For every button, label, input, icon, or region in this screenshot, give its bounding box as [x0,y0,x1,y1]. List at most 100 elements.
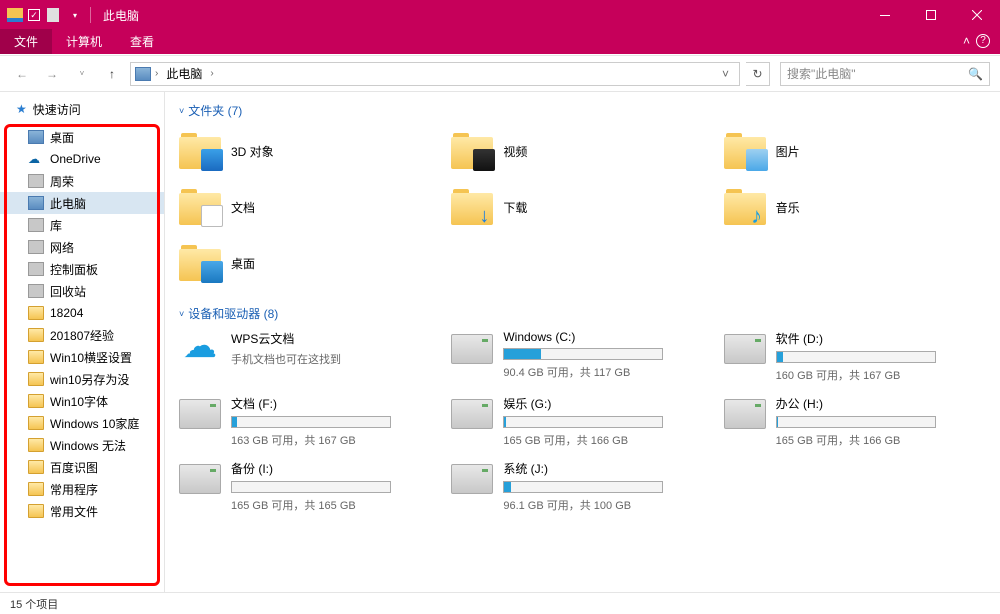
drive-item[interactable]: 文档 (F:) 163 GB 可用，共 167 GB [179,395,441,448]
breadcrumb[interactable]: 此电脑 [162,65,206,82]
help-icon[interactable]: ? [976,34,990,48]
sidebar-item-label: 18204 [50,306,83,320]
folder-icon [179,245,221,281]
folder-item[interactable]: 视频 [451,127,713,175]
ribbon-collapse-icon[interactable]: ˄ [963,34,970,48]
sidebar-item-label: 周荣 [50,173,74,190]
back-button[interactable]: ← [10,62,34,86]
folder-item[interactable]: ♪ 音乐 [724,183,986,231]
sidebar-item[interactable]: ☁OneDrive [0,148,164,170]
drive-sublabel: 165 GB 可用，共 166 GB [776,432,986,448]
item-count: 15 个项目 [10,596,58,612]
sidebar-item[interactable]: Windows 10家庭 [0,412,164,434]
sidebar-item[interactable]: 周荣 [0,170,164,192]
folder-item[interactable]: 桌面 [179,239,441,287]
folder-label: 视频 [503,143,527,160]
sidebar-item[interactable]: Win10字体 [0,390,164,412]
section-folders[interactable]: ˅ 文件夹 (7) [179,102,986,119]
search-box[interactable]: 搜索"此电脑" 🔍 [780,62,990,86]
drive-item[interactable]: 备份 (I:) 165 GB 可用，共 165 GB [179,460,441,513]
drive-item[interactable]: 软件 (D:) 160 GB 可用，共 167 GB [724,330,986,383]
drive-icon [451,334,493,364]
sidebar-item[interactable]: win10另存为没 [0,368,164,390]
chevron-right-icon[interactable]: › [210,68,213,79]
refresh-button[interactable]: ↻ [746,62,770,86]
folder-item[interactable]: 3D 对象 [179,127,441,175]
net-icon [28,240,44,254]
cloud-icon: ☁ [179,330,221,362]
ctrl-icon [28,262,44,276]
folder-icon [179,133,221,169]
folder-label: 3D 对象 [231,143,274,160]
folder-icon [28,372,44,386]
checkbox-icon[interactable]: ✓ [28,9,40,21]
folder-icon [28,306,44,320]
sidebar-item-label: 百度识图 [50,459,98,476]
up-button[interactable]: ↑ [100,62,124,86]
sidebar-item[interactable]: 18204 [0,302,164,324]
sidebar-item[interactable]: 桌面 [0,126,164,148]
bin-icon [28,284,44,298]
sidebar-item-label: Windows 无法 [50,437,126,454]
sidebar-item-label: Win10字体 [50,393,108,410]
properties-icon[interactable] [44,6,62,24]
minimize-button[interactable] [862,0,908,30]
drive-item[interactable]: 娱乐 (G:) 165 GB 可用，共 166 GB [451,395,713,448]
sidebar-item-label: win10另存为没 [50,371,129,388]
sidebar-item[interactable]: 回收站 [0,280,164,302]
maximize-button[interactable] [908,0,954,30]
folder-label: 下载 [503,199,527,216]
sidebar-item[interactable]: Win10横竖设置 [0,346,164,368]
sidebar-item[interactable]: 常用文件 [0,500,164,522]
sidebar-item[interactable]: 百度识图 [0,456,164,478]
ribbon-tabs: 文件 计算机 查看 ˄ ? [0,30,1000,54]
tab-file[interactable]: 文件 [0,29,52,54]
folder-icon: ↓ [451,189,493,225]
sidebar-item[interactable]: 常用程序 [0,478,164,500]
forward-button[interactable]: → [40,62,64,86]
sidebar-item-label: 快速访问 [33,101,81,118]
lib-icon [28,218,44,232]
tab-view[interactable]: 查看 [116,29,168,54]
folder-icon [28,482,44,496]
drive-icon [179,399,221,429]
recent-dropdown[interactable]: ˅ [70,62,94,86]
cloud-icon: ☁ [28,152,44,166]
folder-item[interactable]: 文档 [179,183,441,231]
qat-dropdown-icon[interactable]: ▾ [66,6,84,24]
pc-icon [28,196,44,210]
address-bar[interactable]: › 此电脑 › ˅ [130,62,740,86]
capacity-bar [503,481,663,493]
sidebar-item[interactable]: 网络 [0,236,164,258]
sidebar-item[interactable]: 201807经验 [0,324,164,346]
drive-icon [724,334,766,364]
sidebar-quick-access[interactable]: ★ 快速访问 [0,98,164,120]
drive-item[interactable]: 系统 (J:) 96.1 GB 可用，共 100 GB [451,460,713,513]
sidebar-item[interactable]: 控制面板 [0,258,164,280]
navigation-bar: ← → ˅ ↑ › 此电脑 › ˅ ↻ 搜索"此电脑" 🔍 [0,56,1000,92]
status-bar: 15 个项目 [0,592,1000,614]
tab-computer[interactable]: 计算机 [52,29,116,54]
sidebar-item-label: 网络 [50,239,74,256]
folder-label: 音乐 [776,199,800,216]
drive-item[interactable]: 办公 (H:) 165 GB 可用，共 166 GB [724,395,986,448]
folder-icon [28,416,44,430]
folder-item[interactable]: ↓ 下载 [451,183,713,231]
sidebar-item-label: 201807经验 [50,327,114,344]
folder-item[interactable]: 图片 [724,127,986,175]
drive-item[interactable]: Windows (C:) 90.4 GB 可用，共 117 GB [451,330,713,383]
chevron-right-icon[interactable]: › [155,68,158,79]
folder-icon [28,328,44,342]
sidebar-item-label: 常用文件 [50,503,98,520]
section-drives[interactable]: ˅ 设备和驱动器 (8) [179,305,986,322]
window-title: 此电脑 [103,7,139,24]
close-button[interactable] [954,0,1000,30]
folder-icon: ♪ [724,189,766,225]
content-pane: ˅ 文件夹 (7) 3D 对象 视频 图片 文档 ↓ 下载 [165,92,1000,592]
drive-sublabel: 96.1 GB 可用，共 100 GB [503,497,713,513]
sidebar-item[interactable]: 库 [0,214,164,236]
address-dropdown-icon[interactable]: ˅ [716,67,735,81]
drive-item[interactable]: ☁ WPS云文档 手机文档也可在这找到 [179,330,441,383]
sidebar-item[interactable]: Windows 无法 [0,434,164,456]
sidebar-item[interactable]: 此电脑 [0,192,164,214]
